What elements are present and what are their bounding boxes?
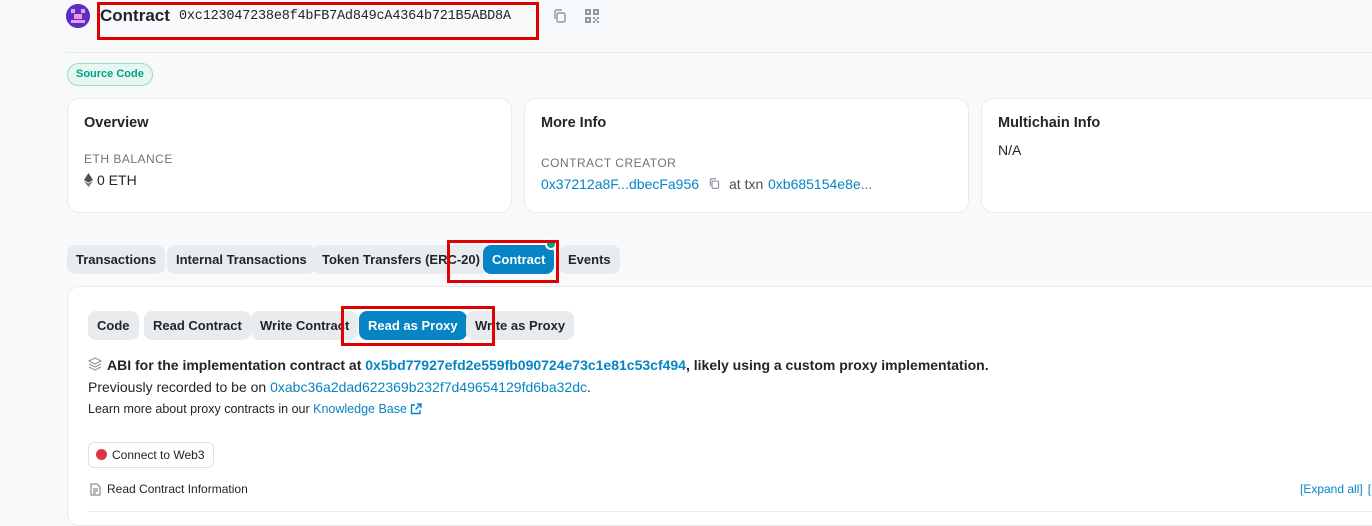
tab-transactions[interactable]: Transactions — [67, 245, 166, 274]
overview-title: Overview — [84, 115, 149, 131]
layers-icon — [87, 357, 103, 371]
expand-all-label[interactable]: [Expand all] — [1300, 482, 1363, 496]
previous-implementation: Previously recorded to be on 0xabc36a2da… — [88, 379, 591, 395]
prev-suffix-text: . — [586, 379, 591, 395]
tab-internal-transactions[interactable]: Internal Transactions — [167, 245, 316, 274]
copy-icon[interactable] — [708, 177, 721, 190]
external-link-icon[interactable] — [410, 403, 422, 418]
txn-hash-link[interactable]: 0xb685154e8e... — [768, 176, 872, 192]
source-code-badge[interactable]: Source Code — [67, 63, 153, 86]
header-divider — [66, 52, 1372, 53]
knowledge-base-link[interactable]: Knowledge Base — [313, 402, 407, 416]
connect-web3-button[interactable]: Connect to Web3 — [88, 442, 214, 468]
multichain-value: N/A — [998, 142, 1022, 158]
accordion-top-border — [88, 511, 1372, 512]
document-icon — [90, 483, 101, 496]
learn-more-line: Learn more about proxy contracts in our … — [88, 402, 422, 418]
contract-creator-label: CONTRACT CREATOR — [541, 156, 677, 170]
read-contract-info-label: Read Contract Information — [107, 482, 248, 496]
highlight-box-address — [97, 2, 539, 40]
eth-balance-label: ETH BALANCE — [84, 152, 173, 166]
abi-notice: ABI for the implementation contract at 0… — [107, 357, 989, 373]
creator-address-link[interactable]: 0x37212a8F...dbecFa956 — [541, 176, 699, 192]
highlight-box-contract-tab — [447, 240, 559, 283]
ethereum-icon — [84, 173, 93, 187]
reset-link-fragment[interactable]: [ — [1368, 482, 1371, 496]
abi-prefix-text: ABI for the implementation contract at — [107, 357, 366, 373]
highlight-box-read-as-proxy — [341, 306, 495, 346]
previous-address-link[interactable]: 0xabc36a2dad622369b232f7d49654129fd6ba32… — [270, 379, 587, 395]
learn-prefix-text: Learn more about proxy contracts in our — [88, 402, 314, 416]
more-info-title: More Info — [541, 115, 607, 131]
copy-icon[interactable] — [552, 8, 568, 24]
subtab-read-contract[interactable]: Read Contract — [144, 311, 251, 340]
connect-web3-label: Connect to Web3 — [112, 448, 205, 462]
subtab-code[interactable]: Code — [88, 311, 139, 340]
at-txn-label: at txn — [729, 176, 764, 192]
expand-all-link[interactable]: [Expand all] [ — [1300, 482, 1371, 496]
multichain-title: Multichain Info — [998, 115, 1101, 131]
qr-code-icon[interactable] — [584, 8, 600, 24]
implementation-address-link[interactable]: 0x5bd77927efd2e559fb090724e73c1e81c53cf4… — [365, 357, 686, 373]
eth-balance-value: 0 ETH — [97, 172, 137, 188]
status-dot-icon — [96, 449, 107, 460]
prev-prefix-text: Previously recorded to be on — [88, 379, 271, 395]
tab-events[interactable]: Events — [559, 245, 620, 274]
abi-suffix-text: , likely using a custom proxy implementa… — [685, 357, 989, 373]
contract-avatar — [66, 4, 90, 28]
